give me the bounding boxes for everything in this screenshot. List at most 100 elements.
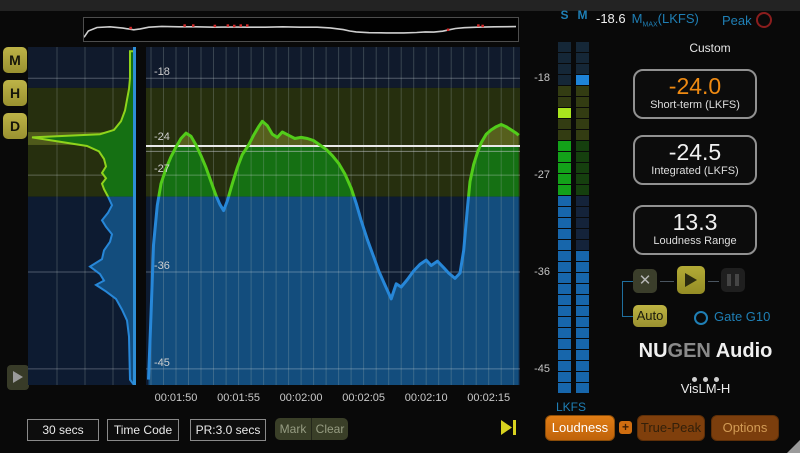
meter-segment (558, 86, 571, 96)
meter-segment (558, 174, 571, 184)
meter-unit-label: LKFS (549, 400, 593, 414)
meter-segment (558, 196, 571, 206)
meter-segment (558, 317, 571, 327)
meter-segment (558, 284, 571, 294)
window-length-select[interactable]: 30 secs (27, 419, 99, 441)
auto-button[interactable]: Auto (633, 305, 667, 327)
history-chart-svg: -18-24-27-36-45 (146, 47, 520, 385)
peak-indicator-lamp[interactable] (756, 12, 772, 28)
meter-segment (558, 361, 571, 371)
overview-waveform (84, 18, 518, 44)
title-bar (0, 0, 800, 11)
meter-segment (558, 185, 571, 195)
meter-segment (576, 174, 589, 184)
meter-segment (558, 372, 571, 382)
mmax-label: M (632, 11, 643, 26)
meter-segment (576, 350, 589, 360)
time-tick-label: 00:01:55 (207, 392, 271, 404)
meter-scale: -18-27-36-45 (520, 0, 552, 400)
meter-segment (558, 328, 571, 338)
time-mode-select[interactable]: Time Code (107, 419, 179, 441)
loudness-range-readout[interactable]: 13.3 Loudness Range (633, 205, 757, 255)
loudness-range-value: 13.3 (635, 209, 755, 235)
reset-button[interactable]: ✕ (633, 269, 657, 293)
meter-segment (558, 119, 571, 129)
meter-segment (576, 152, 589, 162)
brand-logo: NUGEN Audio (628, 340, 783, 363)
mode-button-h[interactable]: H (3, 80, 27, 106)
meter-segment (576, 251, 589, 261)
meter-segment (558, 108, 571, 118)
meter-segment (576, 328, 589, 338)
connector-line (622, 281, 623, 316)
meter-segment (576, 64, 589, 74)
skip-to-end-icon (500, 419, 518, 436)
meter-segment (558, 273, 571, 283)
plus-button[interactable]: + (619, 421, 632, 434)
meter-segment (558, 75, 571, 85)
meter-segment (576, 53, 589, 63)
meter-segment (558, 339, 571, 349)
options-button[interactable]: Options (711, 415, 779, 441)
meter-tick-label: -45 (520, 363, 550, 375)
integrated-value: -24.5 (635, 139, 755, 165)
mode-button-m[interactable]: M (3, 47, 27, 73)
meter-segment (576, 207, 589, 217)
integrated-readout[interactable]: -24.5 Integrated (LKFS) (633, 135, 757, 185)
preset-name[interactable]: Custom (660, 41, 760, 55)
shortterm-readout[interactable]: -24.0 Short-term (LKFS) (633, 69, 757, 119)
meter-segment (576, 42, 589, 52)
meter-segment (576, 218, 589, 228)
shortterm-meter-bar (558, 42, 571, 394)
meter-segment (576, 229, 589, 239)
meter-segment (558, 152, 571, 162)
meter-segment (576, 108, 589, 118)
loudness-tab[interactable]: Loudness (545, 415, 615, 441)
svg-text:-24: -24 (154, 131, 170, 143)
meter-segment (558, 229, 571, 239)
meter-segment (576, 372, 589, 382)
meter-segment (558, 240, 571, 250)
meter-segment (558, 262, 571, 272)
time-tick-label: 00:02:05 (332, 392, 396, 404)
meter-segment (558, 306, 571, 316)
meter-segment (576, 240, 589, 250)
meter-segment (558, 218, 571, 228)
meter-segment (576, 317, 589, 327)
meter-segment (576, 130, 589, 140)
resize-grip[interactable] (787, 440, 800, 453)
loudness-history-chart[interactable]: -18-24-27-36-45 (146, 47, 520, 385)
momentary-max-readout: -18.6MMAX(LKFS) (596, 11, 699, 29)
logo-audio: Audio (711, 340, 772, 362)
meter-segment (576, 97, 589, 107)
meter-segment (558, 163, 571, 173)
pause-button[interactable] (721, 268, 745, 292)
distribution-svg (28, 47, 134, 385)
play-icon (12, 370, 24, 384)
meter-segment (558, 251, 571, 261)
gate-radio[interactable] (694, 311, 708, 325)
mark-button[interactable]: Mark (275, 418, 311, 440)
meter-segment (576, 284, 589, 294)
history-scroll-button[interactable] (7, 365, 29, 390)
time-tick-label: 00:01:50 (144, 392, 208, 404)
mode-button-d[interactable]: D (3, 113, 27, 139)
meter-tick-label: -18 (520, 72, 550, 84)
overview-strip[interactable] (83, 17, 519, 42)
meter-segment (558, 350, 571, 360)
meter-segment (558, 141, 571, 151)
clear-button[interactable]: Clear (312, 418, 348, 440)
true-peak-tab[interactable]: True-Peak (637, 415, 705, 441)
skip-to-end-button[interactable] (500, 419, 518, 441)
peak-label: Peak (722, 13, 752, 28)
svg-text:-27: -27 (154, 163, 170, 175)
playhead-divider[interactable] (133, 47, 136, 385)
time-tick-label: 00:02:10 (394, 392, 458, 404)
product-name: VisLM-H (628, 381, 783, 396)
play-icon (684, 272, 698, 288)
meter-segment (558, 53, 571, 63)
mmax-sub: MAX (642, 22, 657, 29)
play-button[interactable] (677, 266, 705, 294)
connector-dash (708, 281, 719, 282)
pr-setting-select[interactable]: PR:3.0 secs (190, 419, 266, 441)
